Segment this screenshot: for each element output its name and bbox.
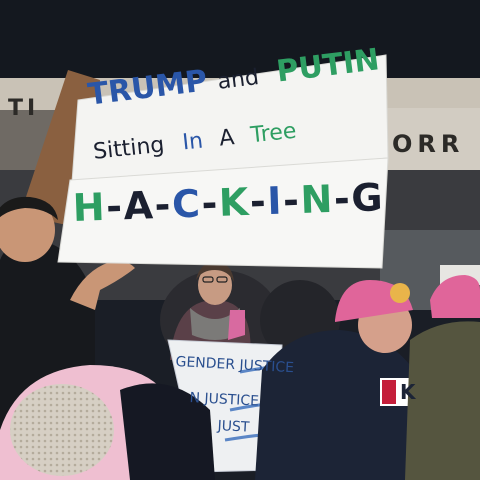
jacket-logo-letter: K — [400, 380, 416, 404]
sign-word-a: A — [218, 125, 236, 152]
hacking-letter: - — [333, 176, 351, 221]
knit-hat-texture — [10, 384, 114, 476]
olive-jacket — [405, 321, 480, 480]
sign-word-tree: Tree — [249, 118, 298, 149]
hat-button — [390, 283, 410, 303]
jacket-logo-red — [382, 380, 396, 404]
hacking-letter: - — [105, 184, 123, 229]
hacking-letter: I — [266, 178, 283, 224]
hacking-letter: N — [299, 176, 334, 223]
hacking-letter: - — [153, 182, 172, 228]
sign-word-and: and — [216, 65, 261, 95]
photo-scene: TI ORR TRUMP and PUTIN Sitting In A Tree… — [0, 0, 480, 480]
pink-jacket-part — [228, 310, 245, 340]
hacking-letter: - — [200, 180, 219, 226]
sign-word-in: In — [181, 128, 205, 156]
hacking-letter: A — [122, 183, 154, 229]
hacking-letter: C — [171, 181, 201, 227]
building-left-letters: TI — [8, 96, 40, 121]
small-sign-line-3: JUST — [217, 418, 250, 436]
hacking-letter: G — [350, 175, 384, 221]
hacking-letter: H — [72, 184, 106, 230]
hacking-letter: - — [282, 178, 300, 223]
hacking-letter: - — [249, 179, 267, 224]
building-right-letters: ORR — [392, 130, 465, 158]
hacking-letter: K — [218, 179, 250, 225]
